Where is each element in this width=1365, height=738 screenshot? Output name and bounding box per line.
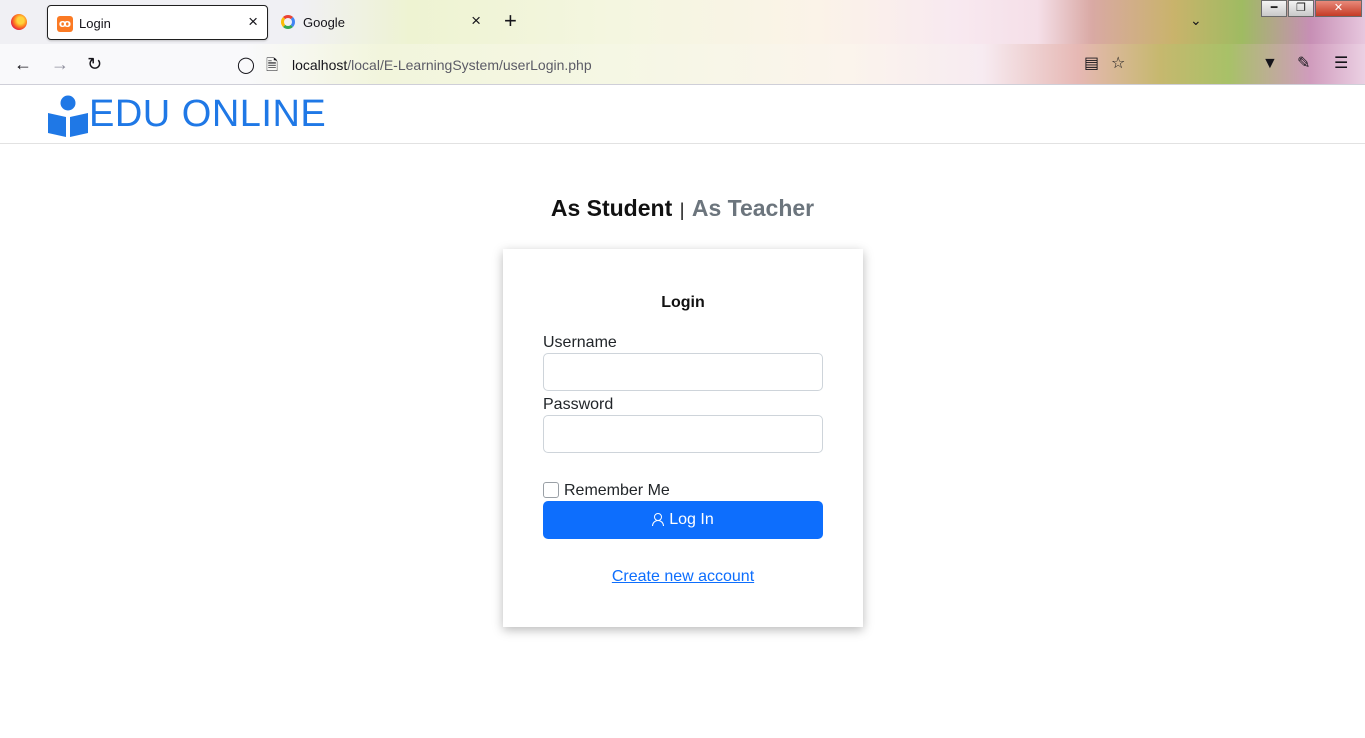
brand-title[interactable]: EDU ONLINE xyxy=(89,93,326,136)
as-student-link[interactable]: As Student xyxy=(551,195,672,221)
create-account-link[interactable]: Create new account xyxy=(503,568,863,586)
user-icon xyxy=(652,513,665,526)
window-minimize-button[interactable]: ━ xyxy=(1261,0,1287,17)
page-icon[interactable]: 🗎 xyxy=(266,55,278,80)
forward-arrow-icon[interactable]: → xyxy=(51,54,69,74)
firefox-icon[interactable] xyxy=(11,14,27,30)
role-switch: As Student | As Teacher xyxy=(0,195,1365,222)
shield-icon[interactable]: ◯ xyxy=(237,55,255,75)
remember-me-label[interactable]: Remember Me xyxy=(564,482,670,500)
window-close-button[interactable]: ✕ xyxy=(1315,0,1362,17)
xampp-icon: ꝏ xyxy=(57,16,73,32)
extensions-icon[interactable]: ✎ xyxy=(1297,55,1310,73)
login-title: Login xyxy=(661,294,705,311)
url-bar[interactable]: localhost/local/E-LearningSystem/userLog… xyxy=(292,57,592,73)
reload-icon[interactable]: ↻ xyxy=(87,54,102,74)
reader-view-icon[interactable]: ▤ xyxy=(1084,55,1099,73)
username-input[interactable] xyxy=(543,353,823,391)
tab-login[interactable]: ꝏ Login × xyxy=(47,5,268,40)
new-tab-button[interactable]: + xyxy=(504,9,517,33)
role-separator: | xyxy=(679,200,685,220)
username-label: Username xyxy=(543,334,617,351)
site-header: EDU ONLINE xyxy=(0,85,1365,144)
browser-toolbar: ← → ↻ ◯ 🗎 localhost/local/E-LearningSyst… xyxy=(0,44,1365,85)
reader-logo-icon[interactable] xyxy=(48,95,88,137)
log-in-label: Log In xyxy=(669,511,714,528)
login-card: Login Username Password Remember Me Log … xyxy=(503,249,863,627)
pocket-icon[interactable]: ▼ xyxy=(1262,55,1278,73)
url-host: localhost xyxy=(292,57,348,73)
tab-google[interactable]: Google × xyxy=(272,5,490,40)
chevron-down-icon[interactable]: ⌄ xyxy=(1190,12,1202,29)
back-arrow-icon[interactable]: ← xyxy=(14,54,32,74)
browser-tab-bar: ꝏ Login × Google × + ⌄ ━ ❐ ✕ xyxy=(0,0,1365,44)
bookmark-star-icon[interactable]: ☆ xyxy=(1111,55,1125,73)
close-icon[interactable]: × xyxy=(471,12,481,30)
as-teacher-link[interactable]: As Teacher xyxy=(692,195,814,221)
tab-title: Login xyxy=(79,16,111,31)
remember-me-checkbox[interactable] xyxy=(543,482,559,498)
close-icon[interactable]: × xyxy=(248,13,258,31)
window-restore-button[interactable]: ❐ xyxy=(1288,0,1314,17)
password-label: Password xyxy=(543,396,614,413)
password-input[interactable] xyxy=(543,415,823,453)
google-icon xyxy=(281,15,295,29)
hamburger-menu-icon[interactable]: ☰ xyxy=(1334,55,1348,73)
url-path: /local/E-LearningSystem/userLogin.php xyxy=(347,57,592,73)
tab-title: Google xyxy=(303,15,345,30)
page-content: EDU ONLINE As Student | As Teacher Login… xyxy=(0,85,1365,738)
log-in-button[interactable]: Log In xyxy=(543,501,823,539)
